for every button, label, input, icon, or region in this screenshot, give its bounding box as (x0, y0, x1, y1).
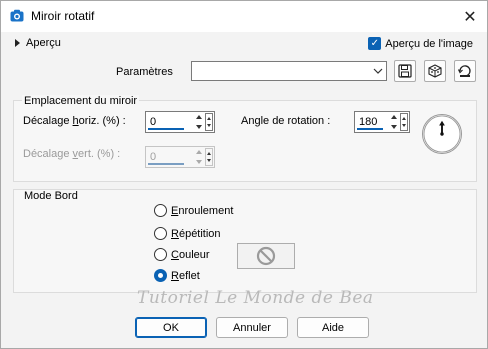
randomize-button[interactable] (424, 60, 446, 82)
preview-image-label: Aperçu de l'image (385, 37, 473, 50)
slider-popout-button[interactable] (400, 113, 408, 131)
ok-button-label: OK (163, 321, 179, 334)
radio-button-icon (154, 227, 167, 240)
vert-offset-value: 0 (150, 151, 157, 163)
radio-label: Enroulement (171, 204, 234, 217)
dialog-window: Miroir rotatif ✕ Aperçu ✓ Aperçu de l'im… (0, 0, 488, 349)
preview-image-checkbox[interactable]: ✓ Aperçu de l'image (368, 37, 473, 50)
title-bar: Miroir rotatif ✕ (1, 1, 487, 32)
close-button[interactable]: ✕ (453, 1, 487, 32)
slider-popout-button[interactable] (205, 113, 213, 131)
save-preset-button[interactable] (394, 60, 416, 82)
checkbox-checked-icon: ✓ (368, 37, 382, 50)
spin-arrows[interactable] (194, 113, 204, 131)
arrow-down-icon (196, 160, 202, 164)
value-underline (148, 163, 184, 165)
value-underline (357, 128, 383, 130)
radio-reflet[interactable]: Reflet (154, 269, 200, 282)
close-icon: ✕ (463, 8, 477, 26)
radio-button-icon (154, 269, 167, 282)
arrow-down-icon (391, 125, 397, 129)
camera-icon (10, 9, 24, 22)
horiz-offset-value: 0 (150, 116, 157, 128)
radio-repetition[interactable]: Répétition (154, 227, 221, 240)
window-title: Miroir rotatif (31, 9, 95, 23)
radio-couleur[interactable]: Couleur (154, 248, 210, 261)
help-button[interactable]: Aide (297, 317, 369, 338)
presets-combobox[interactable] (191, 61, 387, 81)
vert-offset-spinner: 0 (145, 146, 215, 168)
arrow-up-icon (196, 115, 202, 119)
vert-offset-label: Décalage vert. (%) : (23, 148, 121, 160)
ok-button[interactable]: OK (135, 317, 207, 338)
value-underline (148, 128, 184, 130)
help-button-label: Aide (321, 321, 345, 334)
cancel-button[interactable]: Annuler (216, 317, 288, 338)
radio-label: Couleur (171, 248, 210, 261)
reset-button[interactable] (454, 60, 476, 82)
rotation-spinner[interactable]: 180 (354, 111, 410, 133)
reset-icon (458, 65, 471, 77)
spin-arrows (194, 148, 204, 166)
rotation-value: 180 (359, 116, 378, 128)
radio-label: Reflet (171, 269, 200, 282)
horiz-offset-label: Décalage horiz. (%) : (23, 115, 126, 127)
spin-arrows[interactable] (389, 113, 399, 131)
randomize-icon (428, 64, 442, 78)
mirror-placement-title: Emplacement du miroir (22, 95, 140, 107)
preview-toggle-label: Aperçu (26, 37, 61, 49)
cancel-button-label: Annuler (233, 321, 271, 334)
arrow-up-icon (391, 115, 397, 119)
radio-button-icon (154, 204, 167, 217)
save-icon (398, 64, 412, 78)
radio-button-icon (154, 248, 167, 261)
chevron-down-icon (373, 68, 383, 74)
arrow-down-icon (196, 125, 202, 129)
rotation-label: Angle de rotation : (241, 115, 331, 127)
slider-popout-button (205, 148, 213, 166)
radio-enroulement[interactable]: Enroulement (154, 204, 233, 217)
arrow-up-icon (196, 150, 202, 154)
horiz-offset-spinner[interactable]: 0 (145, 111, 215, 133)
expand-arrow-icon (15, 39, 20, 47)
rotation-dial[interactable] (422, 114, 462, 154)
radio-label: Répétition (171, 227, 221, 240)
border-color-swatch[interactable] (237, 243, 295, 269)
presets-label: Paramètres (116, 66, 173, 78)
watermark-text: Tutoriel Le Monde de Bea (137, 288, 374, 308)
no-color-icon (256, 246, 276, 266)
preview-toggle[interactable]: Aperçu (15, 37, 61, 49)
border-mode-title: Mode Bord (22, 190, 80, 202)
border-mode-group: Mode Bord (13, 189, 477, 293)
